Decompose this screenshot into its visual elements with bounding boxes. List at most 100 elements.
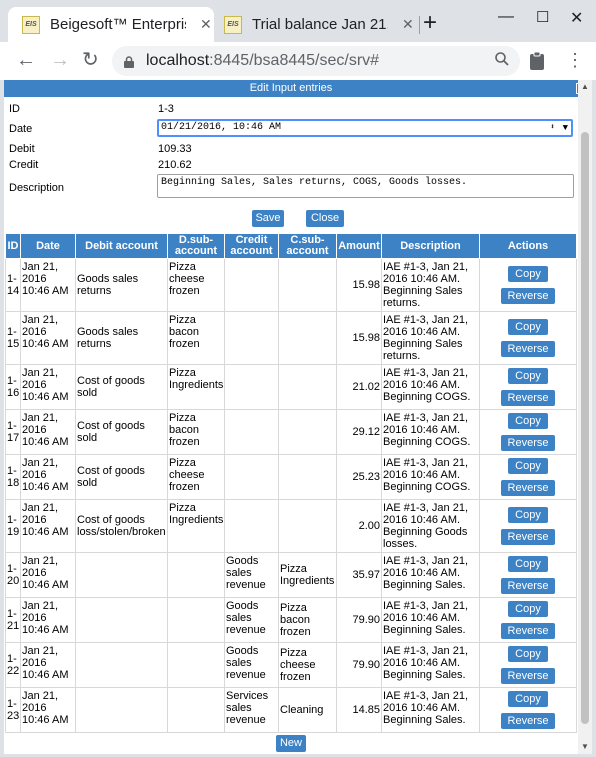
- browser-tabstrip: EIS Beigesoft™ Enterpris ✕ EIS Trial bal…: [0, 0, 596, 42]
- cell-desc: IAE #1-3, Jan 21, 2016 10:46 AM. Beginni…: [381, 364, 480, 410]
- table-row: 1-22 Jan 21, 2016 10:46 AM Goods sales rev…: [5, 642, 577, 688]
- save-button[interactable]: Save: [252, 210, 284, 227]
- column-header: Amount: [336, 233, 382, 259]
- cell-id: 1-23: [5, 687, 21, 733]
- description-field[interactable]: Beginning Sales, Sales returns, COGS, Go…: [157, 174, 574, 198]
- maximize-icon[interactable]: ☐: [536, 8, 549, 26]
- cell-date: Jan 21, 2016 10:46 AM: [20, 499, 76, 553]
- page-content: Edit Input entries x ID 1-3 Date 01/21/2…: [4, 80, 592, 754]
- table-row: 1-18 Jan 21, 2016 10:46 AM Cost of goods s…: [5, 454, 577, 500]
- id-label: ID: [9, 103, 20, 115]
- spinner-icon[interactable]: ⬍: [550, 121, 555, 135]
- cell-dsub: [167, 552, 225, 598]
- copy-button[interactable]: Copy: [508, 319, 548, 335]
- cell-debit: [75, 597, 168, 643]
- scroll-down-icon[interactable]: ▼: [578, 740, 592, 754]
- cell-debit: [75, 552, 168, 598]
- column-header: Actions: [479, 233, 577, 259]
- eis-favicon-icon: EIS: [224, 15, 242, 34]
- new-button[interactable]: New: [276, 735, 306, 752]
- cell-date: Jan 21, 2016 10:46 AM: [20, 258, 76, 312]
- column-header: Credit account: [224, 233, 279, 259]
- forward-arrow-icon[interactable]: →: [50, 50, 70, 70]
- cell-date: Jan 21, 2016 10:46 AM: [20, 597, 76, 643]
- cell-amount: 15.98: [336, 258, 382, 312]
- cell-date: Jan 21, 2016 10:46 AM: [20, 687, 76, 733]
- copy-button[interactable]: Copy: [508, 646, 548, 662]
- reverse-button[interactable]: Reverse: [500, 288, 556, 304]
- cell-amount: 29.12: [336, 409, 382, 455]
- tab-close-icon[interactable]: ✕: [402, 16, 414, 33]
- back-arrow-icon[interactable]: ←: [16, 50, 36, 70]
- reverse-button[interactable]: Reverse: [500, 713, 556, 729]
- scrollbar[interactable]: ▲ ▼: [578, 80, 592, 754]
- cell-desc: IAE #1-3, Jan 21, 2016 10:46 AM. Beginni…: [381, 597, 480, 643]
- copy-button[interactable]: Copy: [508, 556, 548, 572]
- table-row: 1-23 Jan 21, 2016 10:46 AM Services sales …: [5, 687, 577, 733]
- cell-dsub: [167, 687, 225, 733]
- reverse-button[interactable]: Reverse: [500, 480, 556, 496]
- cell-amount: 79.90: [336, 597, 382, 643]
- address-bar[interactable]: localhost:8445/bsa8445/sec/srv#: [112, 46, 520, 76]
- tab-beigesoft[interactable]: EIS Beigesoft™ Enterpris ✕: [8, 7, 214, 42]
- copy-button[interactable]: Copy: [508, 368, 548, 384]
- entries-table: ID Date Debit account D.sub-account Credit a…: [5, 233, 577, 733]
- reverse-button[interactable]: Reverse: [500, 668, 556, 684]
- cell-csub: Pizza bacon frozen: [278, 597, 337, 643]
- cell-debit: [75, 642, 168, 688]
- reload-icon[interactable]: ↻: [82, 50, 99, 70]
- reverse-button[interactable]: Reverse: [500, 341, 556, 357]
- close-button[interactable]: Close: [306, 210, 344, 227]
- cell-date: Jan 21, 2016 10:46 AM: [20, 409, 76, 455]
- cell-amount: 2.00: [336, 499, 382, 553]
- cell-actions: Copy Reverse: [479, 454, 577, 500]
- table-row: 1-19 Jan 21, 2016 10:46 AM Cost of goods l…: [5, 499, 577, 553]
- cell-amount: 35.97: [336, 552, 382, 598]
- new-tab-button[interactable]: +: [423, 11, 437, 35]
- minimize-icon[interactable]: —: [498, 8, 514, 26]
- window-close-icon[interactable]: ✕: [570, 8, 583, 28]
- cell-csub: [278, 499, 337, 553]
- cell-id: 1-16: [5, 364, 21, 410]
- copy-button[interactable]: Copy: [508, 601, 548, 617]
- cell-date: Jan 21, 2016 10:46 AM: [20, 552, 76, 598]
- cell-actions: Copy Reverse: [479, 552, 577, 598]
- cell-debit: Cost of goods sold: [75, 454, 168, 500]
- tab-trial-balance[interactable]: EIS Trial balance Jan 21, ✕: [216, 7, 420, 42]
- reverse-button[interactable]: Reverse: [500, 435, 556, 451]
- copy-button[interactable]: Copy: [508, 266, 548, 282]
- cell-csub: [278, 364, 337, 410]
- column-header: D.sub-account: [167, 233, 225, 259]
- table-row: 1-21 Jan 21, 2016 10:46 AM Goods sales rev…: [5, 597, 577, 643]
- cell-debit: Cost of goods sold: [75, 364, 168, 410]
- tab-close-icon[interactable]: ✕: [200, 16, 212, 33]
- column-header: ID: [5, 233, 21, 259]
- date-input[interactable]: 01/21/2016, 10:46 AM ⬍ ▼: [157, 119, 573, 137]
- copy-button[interactable]: Copy: [508, 507, 548, 523]
- cell-id: 1-15: [5, 311, 21, 365]
- reverse-button[interactable]: Reverse: [500, 390, 556, 406]
- cell-desc: IAE #1-3, Jan 21, 2016 10:46 AM. Beginni…: [381, 642, 480, 688]
- zoom-icon[interactable]: [494, 51, 510, 72]
- cell-csub: Pizza Ingredients: [278, 552, 337, 598]
- menu-dots-icon[interactable]: ⋮: [566, 50, 584, 70]
- cell-credit: [224, 409, 279, 455]
- cell-actions: Copy Reverse: [479, 258, 577, 312]
- tab-separator: [419, 16, 420, 34]
- scrollbar-thumb[interactable]: [581, 132, 589, 724]
- copy-button[interactable]: Copy: [508, 458, 548, 474]
- reverse-button[interactable]: Reverse: [500, 623, 556, 639]
- cell-id: 1-21: [5, 597, 21, 643]
- copy-button[interactable]: Copy: [508, 413, 548, 429]
- reverse-button[interactable]: Reverse: [500, 529, 556, 545]
- cell-credit: [224, 364, 279, 410]
- cell-desc: IAE #1-3, Jan 21, 2016 10:46 AM. Beginni…: [381, 552, 480, 598]
- clipboard-icon[interactable]: [529, 51, 545, 75]
- cell-amount: 25.23: [336, 454, 382, 500]
- chevron-down-icon[interactable]: ▼: [563, 121, 568, 135]
- reverse-button[interactable]: Reverse: [500, 578, 556, 594]
- copy-button[interactable]: Copy: [508, 691, 548, 707]
- credit-label: Credit: [9, 159, 39, 171]
- dialog-title: Edit Input entries: [4, 80, 578, 97]
- scroll-up-icon[interactable]: ▲: [578, 80, 592, 94]
